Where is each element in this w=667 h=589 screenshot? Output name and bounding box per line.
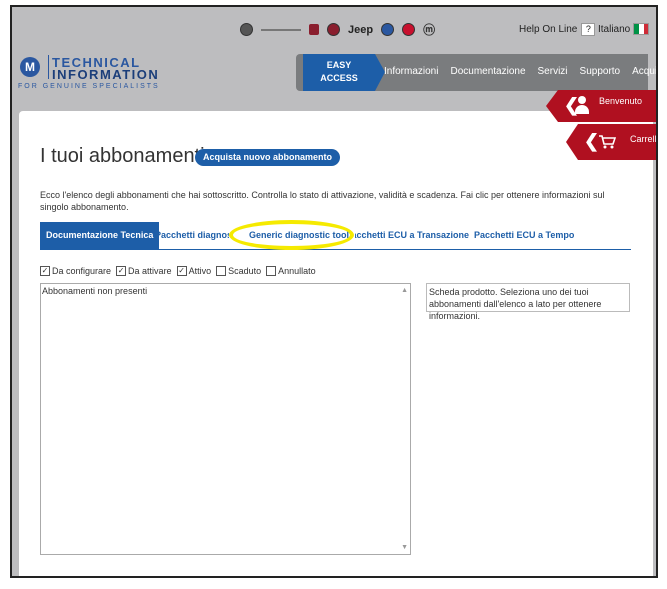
easy-access-label: EASY ACCESS <box>320 60 358 83</box>
content-panel: I tuoi abbonamenti Acquista nuovo abbona… <box>19 111 653 576</box>
mopar-logo-icon: M <box>20 57 40 77</box>
nav-item-servizi[interactable]: Servizi <box>538 66 568 77</box>
help-online-link[interactable]: Help On Line ? <box>519 23 596 36</box>
abarth-icon[interactable] <box>402 23 416 36</box>
lancia-icon[interactable] <box>381 23 395 36</box>
tab-documentazione-tecnica[interactable]: Documentazione Tecnica <box>40 222 160 249</box>
scroll-up-icon[interactable]: ▲ <box>401 287 408 294</box>
subscription-list[interactable]: Abbonamenti non presenti ▲ ▼ <box>40 283 411 555</box>
user-icon <box>575 96 589 116</box>
filter-da-attivare[interactable]: ✓ Da attivare <box>116 266 172 276</box>
language-selector[interactable]: Italiano <box>598 23 650 35</box>
filter-label: Attivo <box>188 266 212 276</box>
tab-pacchetti-ecu-tempo[interactable]: Pacchetti ECU a Tempo <box>474 222 574 249</box>
nav-item-informazioni[interactable]: Informazioni <box>384 66 438 77</box>
highlight-ellipse <box>229 220 354 250</box>
cart-icon <box>599 135 616 149</box>
brand-logos: Jeep ⓜ <box>240 21 435 38</box>
fiat-icon[interactable] <box>309 24 319 35</box>
filter-da-configurare[interactable]: ✓ Da configurare <box>40 266 111 276</box>
nav-items: Informazioni Documentazione Servizi Supp… <box>384 66 656 77</box>
logo-divider <box>48 55 49 79</box>
chrysler-wings-icon[interactable] <box>261 28 301 31</box>
alfa-romeo-icon[interactable] <box>240 23 253 36</box>
checkbox-checked-icon: ✓ <box>116 266 127 276</box>
product-info-panel: Scheda prodotto. Seleziona uno dei tuoi … <box>426 283 630 321</box>
filter-attivo[interactable]: ✓ Attivo <box>176 266 212 276</box>
filter-label: Scaduto <box>228 266 262 276</box>
checkbox-checked-icon: ✓ <box>40 266 50 276</box>
logo-line2: INFORMATION <box>52 67 160 82</box>
jeep-icon[interactable]: Jeep <box>348 24 373 36</box>
welcome-button[interactable]: ❮ Benvenuto <box>546 90 656 122</box>
filter-scaduto[interactable]: Scaduto <box>216 266 261 276</box>
app-frame: Jeep ⓜ Help On Line ? Italiano M TECHNIC… <box>10 5 658 578</box>
help-label: Help On Line <box>519 24 578 35</box>
filter-label: Da attivare <box>128 266 172 276</box>
page-title: I tuoi abbonamenti <box>40 145 205 167</box>
tab-pacchetti-ecu-transazione[interactable]: Pacchetti ECU a Transazione <box>355 222 469 249</box>
filter-label: Annullato <box>278 266 316 276</box>
dodge-icon[interactable] <box>327 23 340 36</box>
logo-tagline: FOR GENUINE SPECIALISTS <box>18 83 160 90</box>
filter-label: Da configurare <box>52 266 112 276</box>
scroll-down-icon[interactable]: ▼ <box>401 544 408 551</box>
empty-list-message: Abbonamenti non presenti <box>42 286 148 296</box>
welcome-label: Benvenuto <box>599 96 643 106</box>
nav-item-documentazione[interactable]: Documentazione <box>450 66 525 77</box>
mopar-icon[interactable]: ⓜ <box>423 21 435 38</box>
easy-access-button[interactable]: EASY ACCESS <box>303 54 375 91</box>
help-icon: ? <box>581 23 596 36</box>
nav-item-acquista[interactable]: Acquista <box>632 66 656 77</box>
checkbox-unchecked-icon <box>216 266 227 276</box>
checkbox-checked-icon: ✓ <box>176 266 187 276</box>
cart-label: Carrello <box>630 134 657 144</box>
tab-pacchetti-diagnostici[interactable]: Pacchetti diagnostici <box>155 222 229 249</box>
nav-item-supporto[interactable]: Supporto <box>580 66 621 77</box>
buy-subscription-button[interactable]: Acquista nuovo abbonamento <box>195 149 341 166</box>
filter-annullato[interactable]: Annullato <box>266 266 316 276</box>
intro-text: Ecco l'elenco degli abbonamenti che hai … <box>40 190 605 212</box>
checkbox-unchecked-icon <box>266 266 277 276</box>
status-filters: ✓ Da configurare ✓ Da attivare ✓ Attivo Sca… <box>40 266 316 276</box>
main-nav: EASY ACCESS Informazioni Documentazione … <box>296 54 656 91</box>
cart-button[interactable]: ❮ Carrello <box>566 124 657 160</box>
language-label: Italiano <box>598 23 631 35</box>
chevron-left-icon: ❮ <box>584 131 600 151</box>
italy-flag-icon <box>633 23 650 35</box>
